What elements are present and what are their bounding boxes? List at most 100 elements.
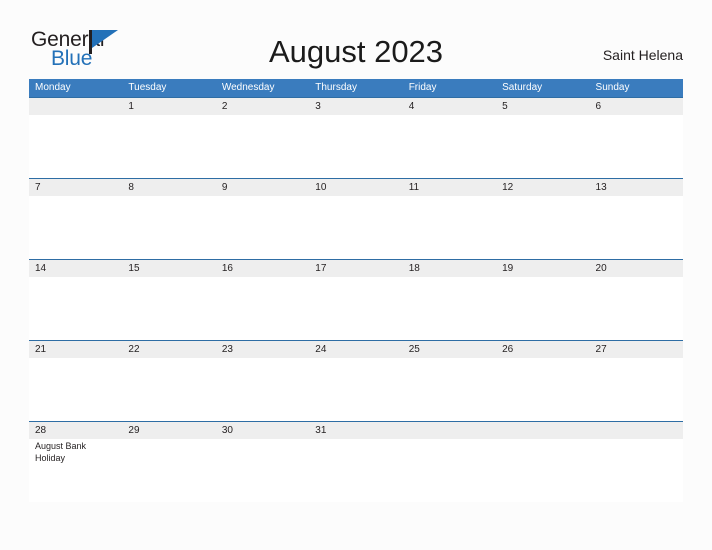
day-number: 16 xyxy=(221,263,233,274)
day-event-cell[interactable]: August Bank Holiday xyxy=(29,439,122,502)
day-event-cell[interactable] xyxy=(590,439,683,502)
day-event-cell[interactable] xyxy=(29,358,122,421)
day-cell[interactable]: 8 xyxy=(122,179,215,196)
events-layer: August Bank Holiday xyxy=(29,439,683,502)
day-cell[interactable]: 10 xyxy=(309,179,402,196)
day-cell[interactable]: 11 xyxy=(403,179,496,196)
weekday-header-sunday: Sunday xyxy=(595,82,630,93)
day-cell[interactable]: 13 xyxy=(590,179,683,196)
day-event-cell[interactable] xyxy=(216,277,309,340)
day-event-cell[interactable] xyxy=(496,277,589,340)
day-number: 8 xyxy=(128,182,134,193)
day-number: 21 xyxy=(35,344,47,355)
day-event-cell[interactable] xyxy=(309,277,402,340)
day-event-cell[interactable] xyxy=(122,277,215,340)
day-cell[interactable]: 3 xyxy=(309,98,402,115)
events-layer xyxy=(29,196,683,259)
day-event-cell[interactable] xyxy=(590,115,683,178)
day-event-cell[interactable] xyxy=(590,277,683,340)
day-cell[interactable]: 14 xyxy=(29,260,122,277)
day-number: 12 xyxy=(502,182,514,193)
day-cell[interactable]: 22 xyxy=(122,341,215,358)
day-event-cell[interactable] xyxy=(309,196,402,259)
calendar-week-row: 7 8 9 10 11 12 13 xyxy=(29,178,683,259)
day-cell[interactable]: 27 xyxy=(590,341,683,358)
day-event-cell[interactable] xyxy=(216,196,309,259)
day-cell[interactable]: 24 xyxy=(309,341,402,358)
day-event-cell[interactable] xyxy=(403,439,496,502)
day-event-cell[interactable] xyxy=(29,196,122,259)
day-event-cell[interactable] xyxy=(403,196,496,259)
day-event-cell[interactable] xyxy=(496,358,589,421)
day-event-cell[interactable] xyxy=(590,358,683,421)
day-cell[interactable] xyxy=(496,422,589,439)
day-cell[interactable]: 17 xyxy=(309,260,402,277)
day-cell[interactable] xyxy=(590,422,683,439)
day-number: 26 xyxy=(502,344,514,355)
day-number-band: 14 15 16 17 18 19 20 xyxy=(29,260,683,277)
day-event-cell[interactable] xyxy=(496,115,589,178)
day-event-cell[interactable] xyxy=(309,358,402,421)
day-number: 9 xyxy=(221,182,228,193)
calendar-week-row: 21 22 23 24 25 26 27 xyxy=(29,340,683,421)
day-event-cell[interactable] xyxy=(122,439,215,502)
weekday-header-wednesday: Wednesday xyxy=(221,82,275,93)
day-number: 4 xyxy=(408,101,415,112)
day-number: 31 xyxy=(315,425,327,436)
day-event-cell[interactable] xyxy=(496,439,589,502)
day-cell[interactable]: 20 xyxy=(590,260,683,277)
day-cell[interactable]: 6 xyxy=(590,98,683,115)
day-cell[interactable]: 28 xyxy=(29,422,122,439)
day-cell[interactable] xyxy=(29,98,122,115)
day-cell[interactable]: 21 xyxy=(29,341,122,358)
calendar-grid: Monday Tuesday Wednesday Thursday Friday Satu… xyxy=(29,79,683,502)
day-number: 25 xyxy=(408,344,420,355)
day-event-cell[interactable] xyxy=(122,196,215,259)
day-number-band: 7 8 9 10 11 12 13 xyxy=(29,179,683,196)
day-cell[interactable]: 29 xyxy=(122,422,215,439)
day-cell[interactable]: 12 xyxy=(496,179,589,196)
day-event-cell[interactable] xyxy=(216,439,309,502)
day-event-cell[interactable] xyxy=(309,115,402,178)
day-event-cell[interactable] xyxy=(403,115,496,178)
calendar-week-row: 14 15 16 17 18 19 20 xyxy=(29,259,683,340)
day-number: 22 xyxy=(128,344,140,355)
day-cell[interactable]: 1 xyxy=(122,98,215,115)
day-event-cell[interactable] xyxy=(216,358,309,421)
day-event-cell[interactable] xyxy=(403,277,496,340)
day-cell[interactable]: 5 xyxy=(496,98,589,115)
day-cell[interactable]: 9 xyxy=(216,179,309,196)
day-number: 6 xyxy=(595,101,602,112)
day-event-cell[interactable] xyxy=(403,358,496,421)
weekday-header-friday: Friday xyxy=(408,82,437,93)
day-event-cell[interactable] xyxy=(122,358,215,421)
day-number: 1 xyxy=(128,101,134,112)
day-event-cell[interactable] xyxy=(29,277,122,340)
holiday-label: August Bank Holiday xyxy=(35,441,87,463)
day-cell[interactable]: 7 xyxy=(29,179,122,196)
day-number-band: 21 22 23 24 25 26 27 xyxy=(29,341,683,358)
day-event-cell[interactable] xyxy=(309,439,402,502)
day-cell[interactable]: 2 xyxy=(216,98,309,115)
day-event-cell[interactable] xyxy=(216,115,309,178)
day-cell[interactable]: 16 xyxy=(216,260,309,277)
events-layer xyxy=(29,358,683,421)
day-number: 30 xyxy=(221,425,233,436)
day-event-cell[interactable] xyxy=(29,115,122,178)
day-cell[interactable]: 19 xyxy=(496,260,589,277)
day-cell[interactable]: 23 xyxy=(216,341,309,358)
day-number: 27 xyxy=(595,344,607,355)
day-cell[interactable]: 4 xyxy=(403,98,496,115)
day-cell[interactable]: 31 xyxy=(309,422,402,439)
day-event-cell[interactable] xyxy=(122,115,215,178)
day-number: 2 xyxy=(221,101,228,112)
day-cell[interactable]: 18 xyxy=(403,260,496,277)
day-cell[interactable]: 15 xyxy=(122,260,215,277)
day-cell[interactable]: 25 xyxy=(403,341,496,358)
day-cell[interactable]: 30 xyxy=(216,422,309,439)
day-event-cell[interactable] xyxy=(496,196,589,259)
day-cell[interactable]: 26 xyxy=(496,341,589,358)
weekday-header-tuesday: Tuesday xyxy=(128,82,167,93)
day-event-cell[interactable] xyxy=(590,196,683,259)
day-cell[interactable] xyxy=(403,422,496,439)
